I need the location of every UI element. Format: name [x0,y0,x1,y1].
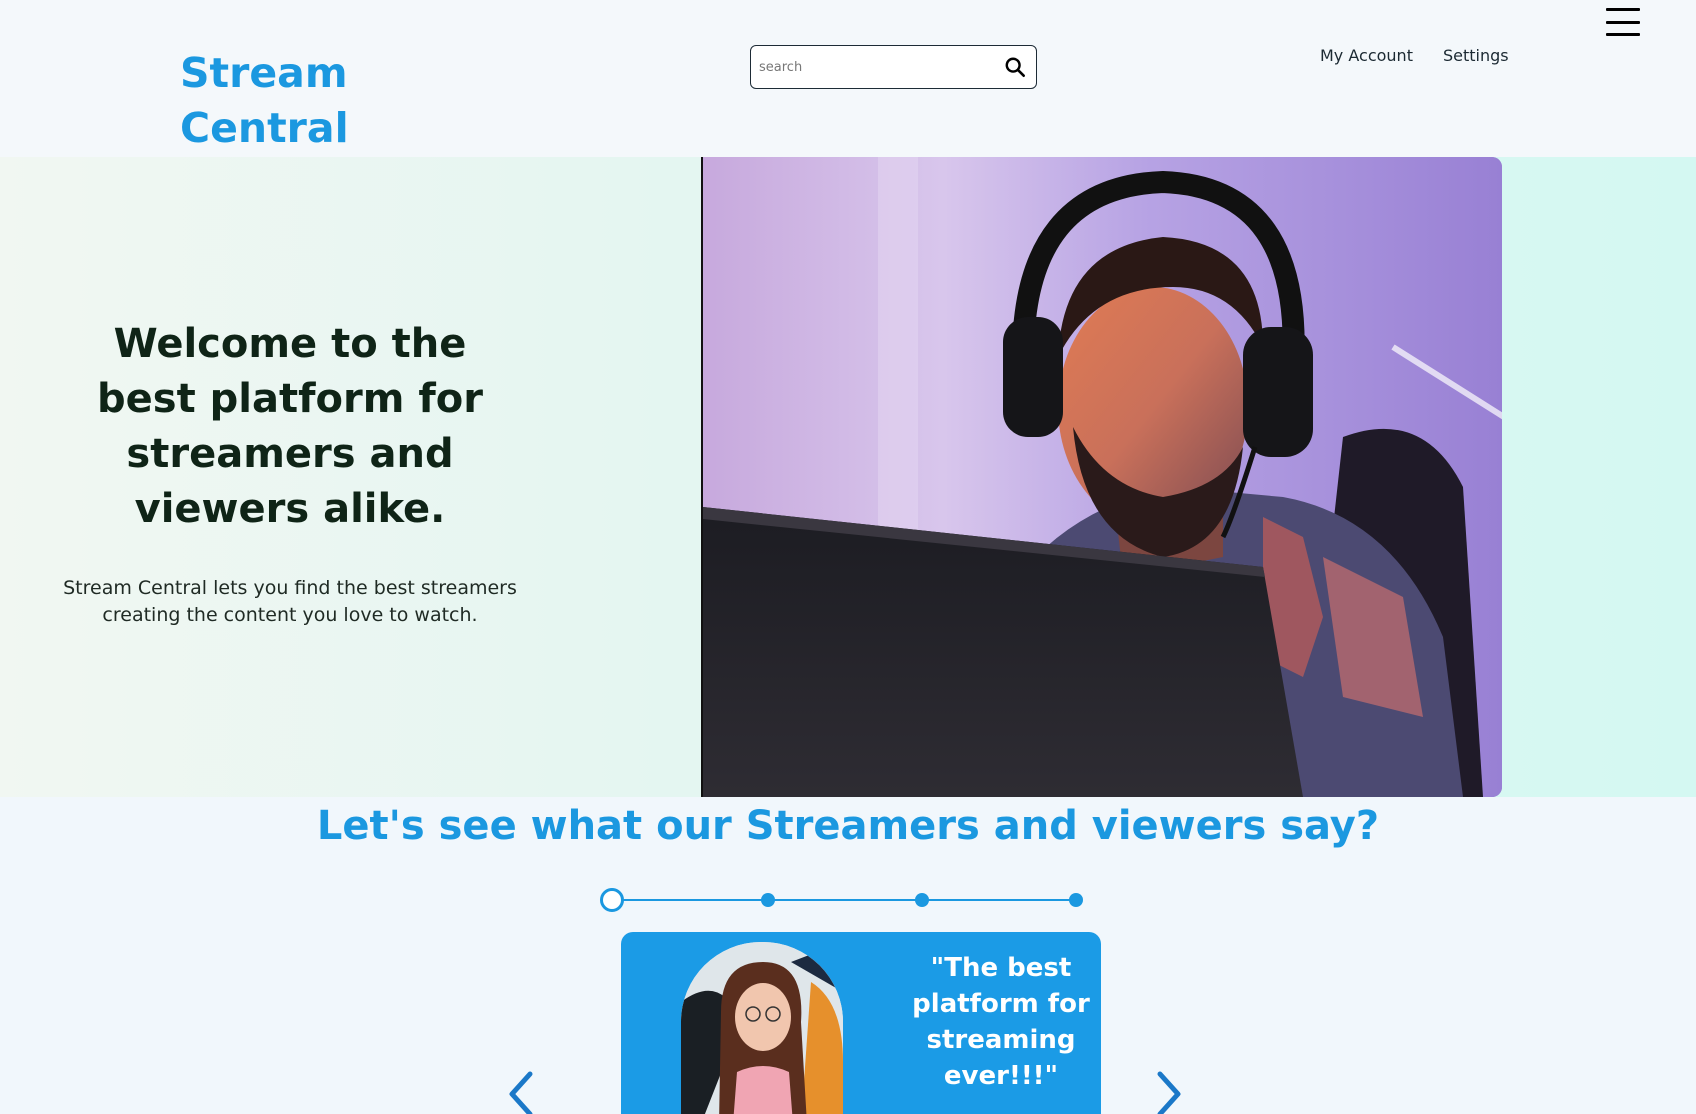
hero-subtitle: Stream Central lets you find the best st… [63,577,517,626]
hero-text: Welcome to the best platform for streame… [60,317,520,629]
avatar [681,942,843,1114]
nav-my-account[interactable]: My Account [1320,45,1413,67]
menu-icon-bar [1606,33,1640,36]
search-input[interactable] [759,59,1002,75]
site-header: Stream Central My Account Settings [0,0,1696,157]
stepper-dot-1[interactable] [600,888,624,912]
menu-icon-bar [1606,8,1640,11]
site-logo[interactable]: Stream Central [180,46,380,156]
hero-streamer-image [701,157,1502,797]
testimonial-stepper [600,888,1083,912]
top-nav: My Account Settings [1320,45,1509,67]
stepper-dot-4[interactable] [1069,893,1083,907]
testimonials-title: Let's see what our Streamers and viewers… [316,803,1380,849]
streamer-illustration [703,157,1502,797]
stepper-dot-2[interactable] [761,893,775,907]
menu-icon[interactable] [1606,8,1640,36]
menu-icon-bar [1606,20,1640,24]
stepper-line [612,899,1070,901]
nav-settings[interactable]: Settings [1443,45,1509,67]
logo-line-1: Stream [180,49,348,97]
stepper-dot-3[interactable] [915,893,929,907]
testimonial-card: "The best platform for streaming ever!!!… [621,932,1101,1114]
search-box [750,45,1037,89]
testimonial-quote: "The best platform for streaming ever!!!… [912,953,1090,1091]
avatar-image [681,942,843,1114]
chevron-right-icon[interactable] [1154,1070,1184,1114]
search-icon[interactable] [1002,54,1028,80]
hero-section: Welcome to the best platform for streame… [0,157,1696,797]
hero-title: Welcome to the best platform for streame… [97,321,483,532]
logo-line-2: Central [180,104,349,152]
chevron-left-icon[interactable] [506,1070,536,1114]
